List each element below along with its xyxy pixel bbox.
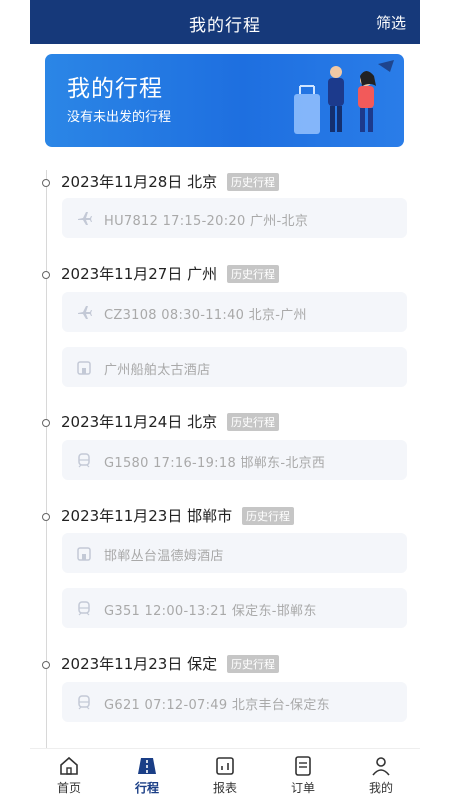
trip-card[interactable]: HU7812 17:15-20:20 广州-北京 — [62, 198, 407, 238]
trip-card[interactable]: 邯郸丛台温德姆酒店 — [62, 533, 407, 573]
trip-card[interactable]: G351 12:00-13:21 保定东-邯郸东 — [62, 588, 407, 628]
train-icon — [78, 453, 90, 468]
top-bar: 我的行程 筛选 — [30, 0, 420, 44]
tab-trips[interactable]: 行程 — [108, 749, 186, 801]
trip-text: CZ3108 08:30-11:40 北京-广州 — [104, 308, 307, 323]
trip-card[interactable]: 广州船舶太古酒店 — [62, 347, 407, 387]
road-icon — [138, 758, 156, 774]
day-date: 2023年11月24日 北京 — [61, 413, 218, 431]
day-date: 2023年11月28日 北京 — [61, 173, 218, 191]
trip-card[interactable]: G621 07:12-07:49 北京丰台-保定东 — [62, 682, 407, 722]
history-tag: 历史行程 — [227, 413, 279, 431]
tab-label: 我的 — [368, 781, 393, 795]
tab-orders[interactable]: 订单 — [264, 749, 342, 801]
day-date: 2023年11月23日 邯郸市 — [61, 507, 233, 525]
hotel-icon — [77, 547, 91, 561]
user-icon — [372, 757, 390, 776]
train-icon — [78, 695, 90, 710]
trip-text: 邯郸丛台温德姆酒店 — [104, 549, 224, 564]
timeline-line — [46, 170, 47, 760]
trip-text: G621 07:12-07:49 北京丰台-保定东 — [104, 698, 330, 713]
banner-subtitle: 没有未出发的行程 — [67, 110, 172, 125]
history-tag: 历史行程 — [227, 173, 279, 191]
timeline-dot — [42, 271, 50, 279]
plane-icon — [78, 306, 92, 319]
trip-text: 广州船舶太古酒店 — [104, 363, 211, 378]
trip-text: G351 12:00-13:21 保定东-邯郸东 — [104, 604, 317, 619]
tab-label: 行程 — [134, 781, 159, 795]
trip-card[interactable]: CZ3108 08:30-11:40 北京-广州 — [62, 292, 407, 332]
chart-icon — [216, 757, 234, 775]
banner-title: 我的行程 — [67, 76, 163, 102]
timeline-dot — [42, 419, 50, 427]
trip-text: HU7812 17:15-20:20 广州-北京 — [104, 214, 309, 229]
bottom-tab-bar: 首页 行程 报表 订单 我的 — [30, 748, 420, 801]
history-tag: 历史行程 — [242, 507, 294, 525]
timeline-dot — [42, 179, 50, 187]
filter-button[interactable]: 筛选 — [376, 12, 406, 33]
tab-reports[interactable]: 报表 — [186, 749, 264, 801]
home-icon — [60, 756, 78, 775]
order-icon — [295, 756, 311, 776]
timeline-dot — [42, 513, 50, 521]
tab-home[interactable]: 首页 — [30, 749, 108, 801]
history-tag: 历史行程 — [227, 265, 279, 283]
travelers-illustration — [294, 60, 394, 134]
trip-text: G1580 17:16-19:18 邯郸东-北京西 — [104, 456, 326, 471]
trip-banner: 我的行程 没有未出发的行程 — [45, 54, 404, 147]
history-tag: 历史行程 — [227, 655, 279, 673]
tab-label: 首页 — [56, 781, 81, 795]
page-title: 我的行程 — [189, 16, 261, 36]
day-date: 2023年11月27日 广州 — [61, 265, 218, 283]
hotel-icon — [77, 361, 91, 375]
plane-icon — [78, 212, 92, 225]
tab-label: 订单 — [290, 781, 315, 795]
tab-me[interactable]: 我的 — [342, 749, 420, 801]
tab-label: 报表 — [212, 781, 237, 795]
train-icon — [78, 601, 90, 616]
trip-card[interactable]: G1580 17:16-19:18 邯郸东-北京西 — [62, 440, 407, 480]
day-date: 2023年11月23日 保定 — [61, 655, 218, 673]
timeline-dot — [42, 661, 50, 669]
